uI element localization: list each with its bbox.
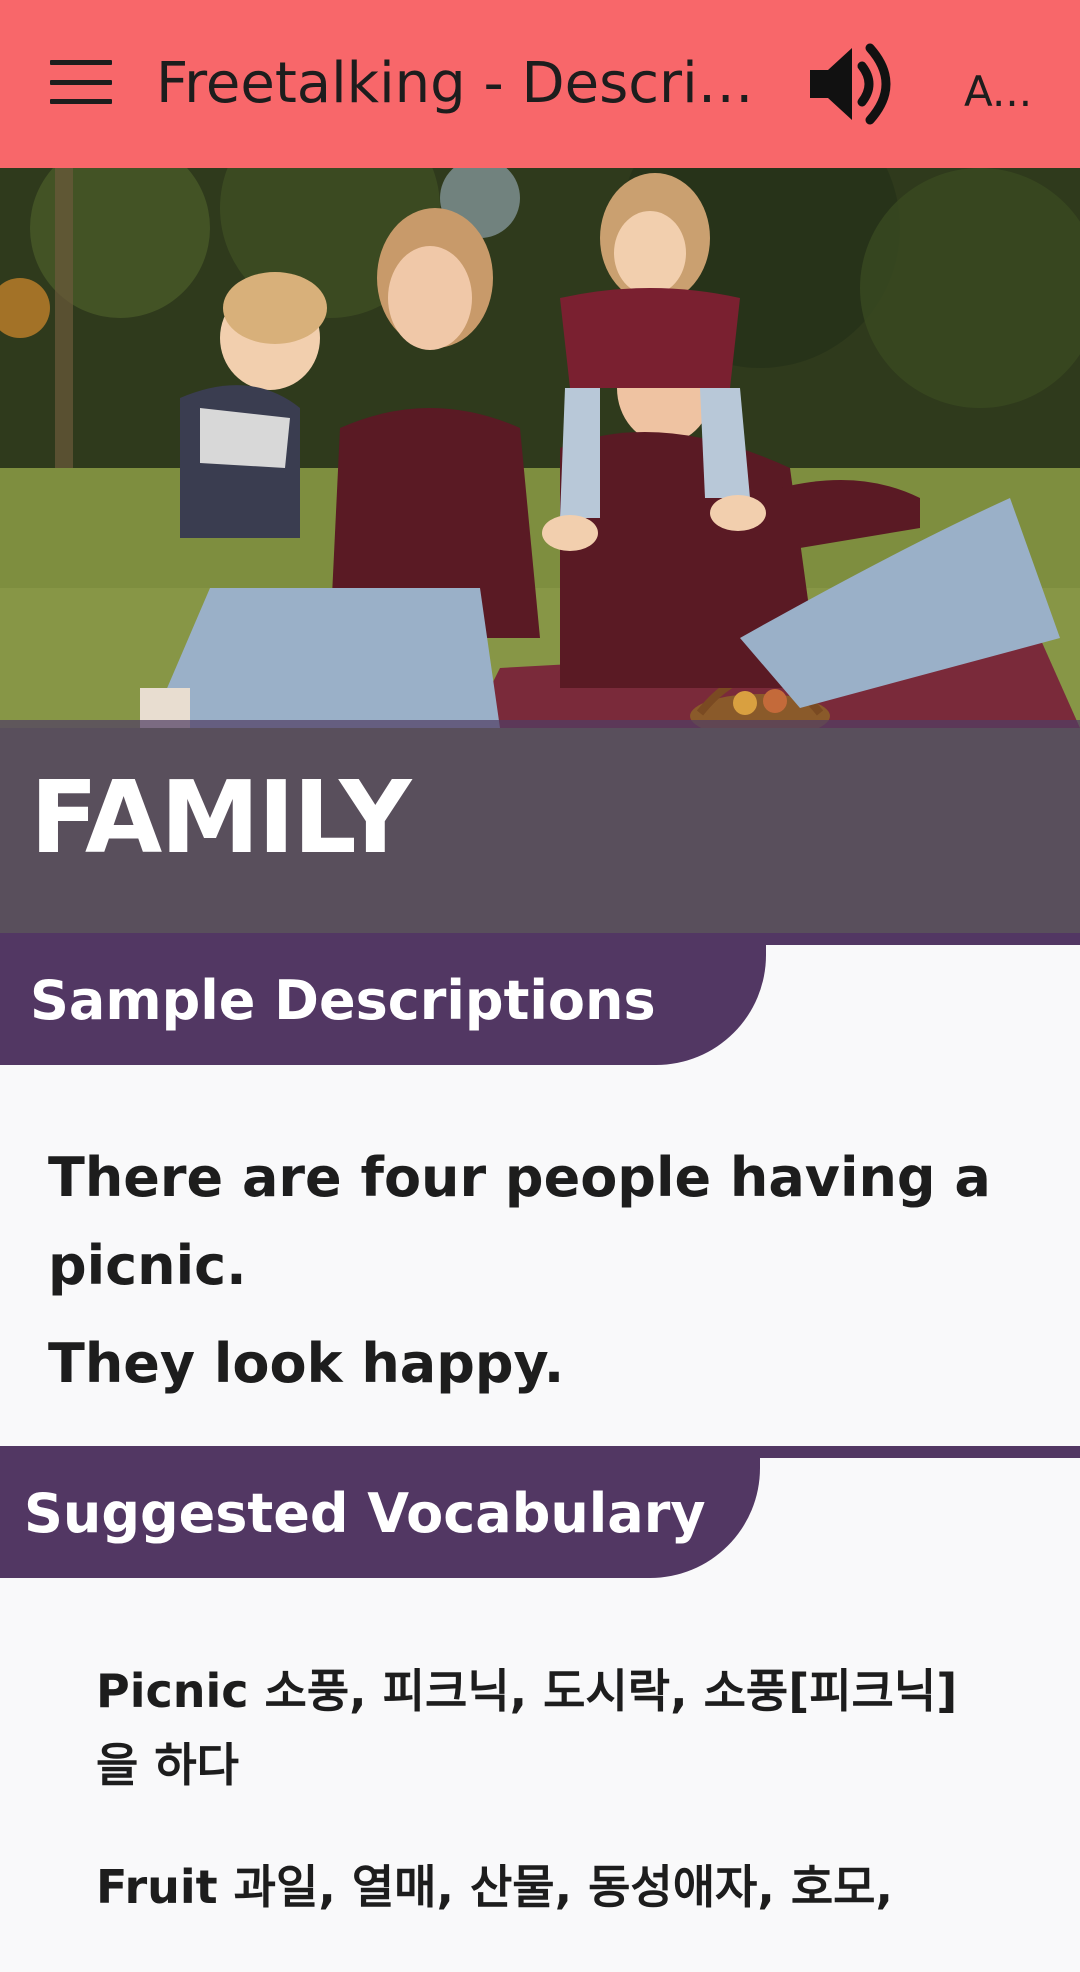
language-action[interactable]: A... xyxy=(964,52,1064,132)
hamburger-menu-icon[interactable] xyxy=(50,60,112,104)
hero-title: FAMILY xyxy=(30,759,412,876)
vocabulary-list: Picnic 소풍, 피크닉, 도시락, 소풍[피크닉]을 하다 Fruit 과… xyxy=(96,1654,996,1972)
suggested-vocabulary-header: Suggested Vocabulary xyxy=(0,1446,1080,1578)
sample-descriptions: There are four people having a picnic. T… xyxy=(48,1134,1008,1408)
vocab-item-fruit: Fruit 과일, 열매, 산물, 동성애자, 호모, xyxy=(96,1860,893,1914)
sample-line: There are four people having a picnic. xyxy=(48,1146,991,1297)
section-title: Suggested Vocabulary xyxy=(24,1482,706,1545)
section-title: Sample Descriptions xyxy=(30,969,656,1032)
hero-image: FAMILY xyxy=(0,168,1080,933)
app-bar: Freetalking - Description A... xyxy=(0,0,1080,168)
sample-descriptions-header: Sample Descriptions xyxy=(0,933,1080,1065)
volume-icon[interactable] xyxy=(806,40,898,128)
vocab-item-picnic: Picnic 소풍, 피크닉, 도시락, 소풍[피크닉]을 하다 xyxy=(96,1664,958,1792)
sample-line: They look happy. xyxy=(48,1332,565,1395)
app-title: Freetalking - Description xyxy=(156,51,776,116)
